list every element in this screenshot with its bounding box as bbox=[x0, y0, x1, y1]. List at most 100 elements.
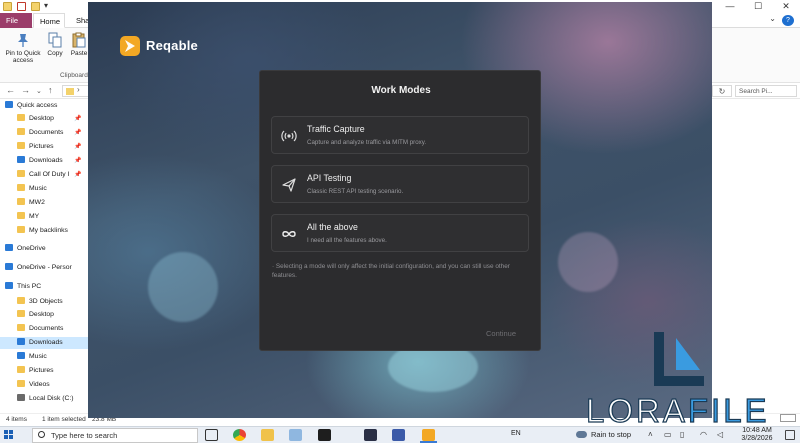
selection-count: 1 item selected bbox=[42, 416, 86, 423]
sidebar-item[interactable]: Documents bbox=[0, 323, 63, 335]
notepad-icon[interactable] bbox=[289, 429, 302, 441]
wifi-icon[interactable]: ◠ bbox=[700, 430, 707, 439]
pin-label: Pin to Quick access bbox=[5, 50, 41, 64]
sidebar-item[interactable]: Documents 📌 bbox=[0, 127, 81, 139]
app-icon[interactable] bbox=[392, 429, 405, 441]
paste-label: Paste bbox=[70, 50, 88, 57]
sidebar-item[interactable]: OneDrive - Persor bbox=[0, 262, 72, 274]
terminal-icon[interactable] bbox=[318, 429, 331, 441]
tab-home[interactable]: Home bbox=[33, 13, 65, 28]
tab-file[interactable]: File bbox=[0, 13, 32, 28]
notification-icon[interactable] bbox=[785, 430, 795, 440]
back-arrow-icon[interactable]: ← bbox=[6, 85, 15, 95]
pin-to-quick-access-button[interactable]: Pin to Quick access bbox=[2, 32, 44, 64]
taskbar-search-input[interactable]: Type here to search bbox=[32, 428, 198, 443]
sidebar-item-label: 3D Objects bbox=[29, 298, 63, 305]
sidebar-item[interactable]: Pictures 📌 bbox=[0, 141, 81, 153]
music-icon bbox=[17, 352, 25, 359]
explorer-search-input[interactable]: Search Pi... bbox=[735, 85, 797, 97]
details-view-icon[interactable] bbox=[780, 414, 796, 422]
chrome-icon[interactable] bbox=[233, 429, 246, 441]
sidebar-item[interactable]: Call Of Duty I 📌 bbox=[0, 169, 81, 181]
broadcast-icon bbox=[281, 130, 297, 142]
chevron-down-icon[interactable]: ▾ bbox=[44, 1, 48, 10]
sidebar-item[interactable]: Downloads 📌 bbox=[0, 155, 81, 167]
copy-button[interactable]: Copy bbox=[44, 32, 66, 57]
sidebar-item[interactable]: Videos bbox=[0, 379, 50, 391]
paste-button[interactable]: Paste bbox=[68, 32, 90, 57]
continue-button[interactable]: Continue bbox=[486, 329, 516, 338]
background-blur bbox=[148, 252, 218, 322]
task-view-icon[interactable] bbox=[205, 429, 218, 441]
close-icon[interactable]: ✕ bbox=[772, 0, 800, 12]
language-indicator[interactable]: EN bbox=[511, 430, 521, 437]
download-icon bbox=[17, 156, 25, 163]
sidebar-item-label: Music bbox=[29, 185, 47, 192]
chevron-down-icon[interactable]: ⌄ bbox=[769, 14, 776, 23]
weather-widget[interactable]: Rain to stop bbox=[576, 429, 631, 441]
sidebar-item-label: Quick access bbox=[17, 102, 58, 109]
computer-icon bbox=[5, 282, 13, 289]
folder-icon bbox=[17, 310, 25, 317]
file-explorer-icon[interactable] bbox=[261, 429, 274, 441]
battery-icon[interactable]: ▯ bbox=[680, 430, 684, 439]
sidebar-item-label: My backlinks bbox=[29, 227, 68, 234]
sidebar-item[interactable]: Desktop bbox=[0, 309, 54, 321]
up-arrow-icon[interactable]: ↑ bbox=[48, 85, 53, 95]
mode-api-testing[interactable]: API Testing Classic REST API testing sce… bbox=[271, 165, 529, 203]
sidebar-item-label: This PC bbox=[17, 283, 42, 290]
sidebar-item[interactable]: Desktop 📌 bbox=[0, 113, 81, 125]
sidebar-item-label: Call Of Duty I bbox=[29, 171, 70, 178]
sidebar-item[interactable]: MW2 bbox=[0, 197, 45, 209]
sidebar-item[interactable]: Downloads bbox=[0, 337, 88, 349]
sidebar-item[interactable]: 3D Objects bbox=[0, 296, 63, 308]
folder-icon bbox=[17, 142, 25, 149]
chevron-up-icon[interactable]: ˄ bbox=[648, 430, 653, 439]
chevron-down-icon[interactable]: ⌄ bbox=[36, 87, 42, 95]
check-icon[interactable] bbox=[17, 2, 26, 11]
sidebar-item-label: Downloads bbox=[29, 157, 63, 164]
taskbar-clock[interactable]: 10:48 AM 3/28/2026 bbox=[734, 427, 780, 443]
folder-icon bbox=[17, 198, 25, 205]
forward-arrow-icon[interactable]: → bbox=[21, 85, 30, 95]
copy-label: Copy bbox=[47, 50, 63, 57]
address-bar[interactable]: › bbox=[62, 85, 90, 97]
sidebar-item[interactable]: My backlinks bbox=[0, 225, 68, 237]
watermark-part2: FILE bbox=[687, 391, 770, 429]
reqable-taskbar-icon[interactable] bbox=[420, 429, 437, 443]
sidebar-item-label: Pictures bbox=[29, 367, 54, 374]
pin-icon: 📌 bbox=[74, 116, 82, 122]
sidebar-item[interactable]: MY bbox=[0, 211, 39, 223]
windows-start-icon[interactable] bbox=[4, 430, 14, 440]
mode-all-the-above[interactable]: All the above I need all the features ab… bbox=[271, 214, 529, 252]
sidebar-item[interactable]: Music bbox=[0, 183, 47, 195]
sidebar-item-label: Local Disk (C:) bbox=[29, 395, 74, 402]
sidebar-item[interactable]: Local Disk (C:) bbox=[0, 393, 74, 405]
sidebar-item-label: Desktop bbox=[29, 311, 54, 318]
folder-icon bbox=[17, 212, 25, 219]
sidebar-item-label: MW2 bbox=[29, 199, 45, 206]
app-icon[interactable] bbox=[364, 429, 377, 441]
sidebar-item[interactable]: OneDrive bbox=[0, 243, 46, 255]
volume-icon[interactable]: ◁ bbox=[717, 430, 723, 439]
pin-icon: 📌 bbox=[74, 172, 82, 178]
mode-traffic-capture[interactable]: Traffic Capture Capture and analyze traf… bbox=[271, 116, 529, 154]
copy-icon bbox=[48, 32, 62, 48]
item-count: 4 items bbox=[6, 416, 27, 423]
new-folder-icon[interactable] bbox=[31, 2, 40, 11]
help-icon[interactable]: ? bbox=[782, 15, 794, 26]
sidebar-item[interactable]: Pictures bbox=[0, 365, 54, 377]
network-icon[interactable]: ▭ bbox=[664, 430, 672, 439]
maximize-icon[interactable]: ☐ bbox=[744, 0, 772, 12]
sidebar-item[interactable]: This PC bbox=[0, 281, 41, 293]
folder-icon bbox=[17, 366, 25, 373]
refresh-button[interactable]: ↻ bbox=[712, 85, 732, 97]
pin-icon: 📌 bbox=[74, 130, 82, 136]
lorafile-watermark: LORAFILE bbox=[585, 391, 770, 430]
sidebar-item[interactable]: Music bbox=[0, 351, 47, 363]
reqable-window: Reqable Work Modes Traffic Capture Captu… bbox=[88, 2, 712, 418]
folder-properties-icon[interactable] bbox=[3, 2, 12, 11]
mode-note: · Selecting a mode will only affect the … bbox=[272, 263, 510, 279]
minimize-icon[interactable]: — bbox=[716, 0, 744, 12]
sidebar-item[interactable]: Quick access bbox=[0, 100, 57, 112]
